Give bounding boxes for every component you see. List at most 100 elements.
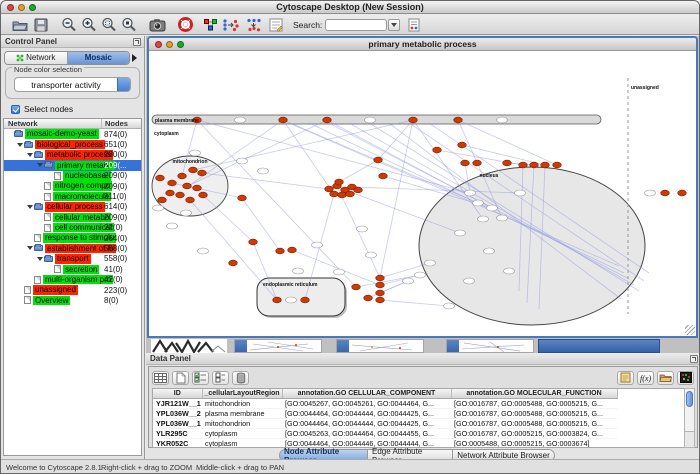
attribute-table-icon[interactable] bbox=[152, 371, 169, 385]
vizmapper-icon[interactable] bbox=[201, 16, 219, 33]
delete-attribute-icon[interactable] bbox=[232, 371, 249, 385]
notes-icon[interactable] bbox=[617, 371, 634, 385]
table-cell[interactable]: YPL036W__2 bbox=[153, 408, 202, 418]
expand-arrow-icon[interactable] bbox=[36, 254, 44, 264]
expand-arrow-icon[interactable] bbox=[36, 160, 44, 170]
table-cell[interactable]: YPL036W__1 bbox=[153, 418, 202, 428]
table-cell[interactable]: [GO:0016787, GO:0005488, GO:0005215, G..… bbox=[451, 398, 617, 408]
float-data-panel-icon[interactable] bbox=[690, 355, 698, 363]
save-icon[interactable] bbox=[32, 16, 50, 33]
attribute-table-scrollbar[interactable] bbox=[684, 388, 695, 448]
zoom-in-icon[interactable] bbox=[80, 16, 98, 33]
table-cell[interactable]: YLR295C bbox=[153, 428, 202, 438]
close-window-button[interactable] bbox=[7, 4, 14, 11]
minimized-window-thumbnail[interactable] bbox=[446, 339, 534, 353]
tab-network[interactable]: Network bbox=[5, 52, 68, 64]
tree-row[interactable]: cellular process614(0) bbox=[4, 202, 141, 212]
table-row[interactable]: YLR295Ccytoplasm[GO:0045263, GO:0044464,… bbox=[153, 428, 617, 438]
tree-row[interactable]: metabolic process280(0) bbox=[4, 150, 141, 160]
expand-arrow-icon[interactable] bbox=[26, 243, 34, 253]
frame-close-button[interactable] bbox=[155, 41, 162, 48]
tree-column-network[interactable]: Network bbox=[4, 119, 102, 128]
open-icon[interactable] bbox=[11, 16, 29, 33]
tree-row[interactable]: response to stimulu264(0) bbox=[4, 233, 141, 243]
tree-row[interactable]: transport558(0) bbox=[4, 254, 141, 264]
zoom-window-button[interactable] bbox=[29, 4, 36, 11]
matrix-icon[interactable] bbox=[677, 371, 694, 385]
bird-sketch-thumbnail[interactable] bbox=[151, 339, 227, 353]
expand-arrow-icon[interactable] bbox=[16, 140, 24, 150]
tree-row[interactable]: biological_process651(0) bbox=[4, 139, 141, 149]
search-options-dropdown[interactable] bbox=[388, 19, 400, 31]
table-cell[interactable]: plasma membrane bbox=[202, 408, 282, 418]
tab-scroll-right-icon[interactable] bbox=[132, 53, 141, 62]
tab-mosaic[interactable]: Mosaic bbox=[68, 52, 130, 64]
minimize-window-button[interactable] bbox=[18, 4, 25, 11]
node-color-dropdown[interactable]: transporter activity bbox=[14, 77, 131, 92]
table-cell[interactable]: [GO:0016787, GO:0005215, GO:0003824, G..… bbox=[451, 428, 617, 438]
table-cell[interactable]: cytoplasm bbox=[202, 428, 282, 438]
minimized-window-thumbnail[interactable] bbox=[234, 339, 322, 353]
new-attribute-icon[interactable] bbox=[172, 371, 189, 385]
zoom-out-icon[interactable] bbox=[60, 16, 78, 33]
tree-row[interactable]: nucleobase-209(0) bbox=[4, 171, 141, 181]
zoom-fit-icon[interactable] bbox=[120, 16, 138, 33]
layout-b-icon[interactable] bbox=[244, 16, 262, 33]
table-cell[interactable]: [GO:0005488, GO:0005215, GO:0003674] bbox=[451, 438, 617, 448]
open-attribute-file-icon[interactable] bbox=[657, 371, 674, 385]
attribute-table[interactable]: ID_cellularLayoutRegionannotation.GO CEL… bbox=[152, 388, 685, 448]
tree-row[interactable]: nitrogen compo209(0) bbox=[4, 181, 141, 191]
table-row[interactable]: YJR121W__1mitochondrion[GO:0045267, GO:0… bbox=[153, 398, 617, 408]
tree-row[interactable]: primary metabo209(... bbox=[4, 160, 141, 170]
scrollbar-arrows[interactable] bbox=[685, 431, 694, 447]
unselect-attributes-icon[interactable] bbox=[212, 371, 229, 385]
table-cell[interactable]: mitochondrion bbox=[202, 418, 282, 428]
frame-resize-grip[interactable] bbox=[685, 325, 695, 335]
layout-a-icon[interactable] bbox=[221, 16, 239, 33]
table-column-header[interactable]: _cellularLayoutRegion bbox=[202, 389, 282, 398]
table-cell[interactable]: [GO:0045263, GO:0044464, GO:0044455, G..… bbox=[282, 428, 451, 438]
edit-attributes-icon[interactable] bbox=[267, 16, 285, 33]
float-panel-icon[interactable] bbox=[133, 38, 141, 46]
expand-arrow-icon[interactable] bbox=[26, 202, 34, 212]
frame-minimize-button[interactable] bbox=[166, 41, 173, 48]
table-cell[interactable]: [GO:0044464, GO:0044444, GO:0044425, G..… bbox=[282, 418, 451, 428]
tree-row[interactable]: Overview8(0) bbox=[4, 295, 141, 305]
formula-icon[interactable]: f(x) bbox=[637, 371, 654, 385]
tree-row[interactable]: cellular metabo209(0) bbox=[4, 212, 141, 222]
table-column-header[interactable]: annotation.GO CELLULAR_COMPONENT bbox=[282, 389, 451, 398]
network-canvas[interactable]: plasma membranecytoplasmmitochondrionnuc… bbox=[149, 51, 696, 336]
table-cell[interactable]: [GO:0016787, GO:0005488, GO:0005215, G..… bbox=[451, 418, 617, 428]
search-input[interactable] bbox=[325, 19, 387, 31]
minimized-window-titlebar[interactable] bbox=[538, 339, 660, 353]
tree-row[interactable]: multi-organism pro42(0) bbox=[4, 274, 141, 284]
tree-row[interactable]: mosaic-demo-yeast874(0) bbox=[4, 129, 141, 139]
table-cell[interactable]: cytoplasm bbox=[202, 438, 282, 448]
tree-column-nodes[interactable]: Nodes bbox=[102, 119, 141, 128]
table-cell[interactable]: [GO:0044464, GO:0044444, GO:0044425, G..… bbox=[282, 408, 451, 418]
table-cell[interactable]: YKR052C bbox=[153, 438, 202, 448]
table-cell[interactable]: mitochondrion bbox=[202, 398, 282, 408]
tree-row[interactable]: unassigned223(0) bbox=[4, 285, 141, 295]
snapshot-icon[interactable] bbox=[148, 16, 166, 33]
table-row[interactable]: YPL036W__2plasma membrane[GO:0044464, GO… bbox=[153, 408, 617, 418]
table-cell[interactable]: YJR121W__1 bbox=[153, 398, 202, 408]
select-attributes-icon[interactable] bbox=[192, 371, 209, 385]
expand-arrow-icon[interactable] bbox=[26, 150, 34, 160]
network-frame-titlebar[interactable]: primary metabolic process bbox=[149, 38, 696, 51]
tree-row[interactable]: establishment of lo558(0) bbox=[4, 243, 141, 253]
import-attributes-icon[interactable] bbox=[405, 16, 423, 33]
table-column-header[interactable]: annotation.GO MOLECULAR_FUNCTION bbox=[451, 389, 617, 398]
table-cell[interactable]: [GO:0045267, GO:0045261, GO:0044464, G..… bbox=[282, 398, 451, 408]
tree-row[interactable]: cell communicat22(0) bbox=[4, 223, 141, 233]
table-column-header[interactable]: ID bbox=[153, 389, 202, 398]
tree-row[interactable]: secretion41(0) bbox=[4, 264, 141, 274]
tree-row[interactable]: macromolecule311(0) bbox=[4, 191, 141, 201]
table-cell[interactable]: [GO:0016787, GO:0005488, GO:0005215, G..… bbox=[451, 408, 617, 418]
zoom-selected-icon[interactable] bbox=[100, 16, 118, 33]
table-row[interactable]: YPL036W__1mitochondrion[GO:0044464, GO:0… bbox=[153, 418, 617, 428]
minimized-window-thumbnail[interactable] bbox=[336, 339, 424, 353]
frame-zoom-button[interactable] bbox=[177, 41, 184, 48]
select-nodes-checkbox[interactable] bbox=[11, 105, 20, 114]
scrollbar-thumb[interactable] bbox=[686, 391, 693, 407]
